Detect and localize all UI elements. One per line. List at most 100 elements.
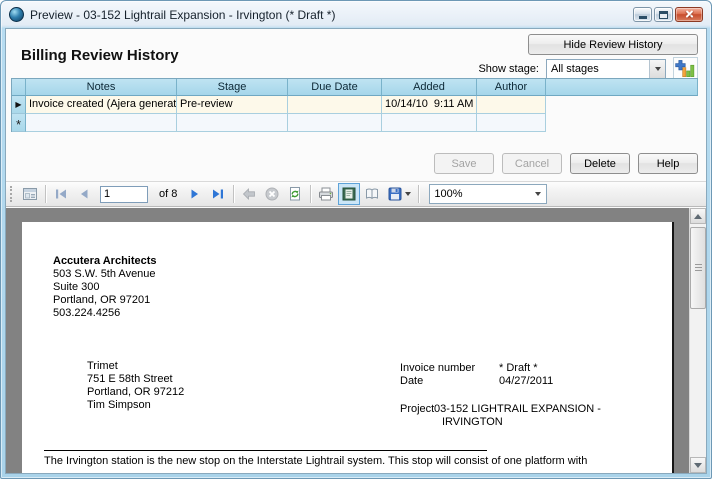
last-page-icon bbox=[210, 186, 226, 202]
toolbar-separator bbox=[310, 185, 311, 203]
maximize-button[interactable] bbox=[654, 7, 673, 22]
invoice-number-value: * Draft * bbox=[499, 362, 538, 375]
column-header-notes[interactable]: Notes bbox=[26, 79, 177, 96]
cell-stage[interactable]: Pre-review bbox=[177, 96, 288, 114]
current-row-arrow-icon: ▶ bbox=[15, 100, 21, 109]
report-toolbar: of 8 bbox=[6, 181, 706, 207]
column-header-added[interactable]: Added bbox=[382, 79, 477, 96]
client-address-line: Portland, OR 97212 bbox=[87, 386, 184, 399]
last-page-button[interactable] bbox=[207, 183, 229, 205]
show-stage-label: Show stage: bbox=[478, 63, 539, 75]
client-name: Trimet bbox=[87, 360, 184, 373]
document-preview-area: Accutera Architects 503 S.W. 5th Avenue … bbox=[6, 208, 706, 473]
page-title: Billing Review History bbox=[21, 47, 179, 64]
zoom-dropdown[interactable]: 100% bbox=[429, 184, 547, 204]
bar-chart-plus-icon bbox=[675, 59, 696, 80]
zoom-chevron-down-icon bbox=[535, 192, 541, 196]
cell-author-new[interactable] bbox=[477, 114, 546, 132]
stop-icon bbox=[264, 186, 280, 202]
print-icon bbox=[318, 186, 334, 202]
company-address-line: Portland, OR 97201 bbox=[53, 294, 157, 307]
first-page-icon bbox=[53, 186, 69, 202]
column-header-author[interactable]: Author bbox=[477, 79, 546, 96]
app-window: Preview - 03-152 Lightrail Expansion - I… bbox=[0, 0, 712, 479]
back-button[interactable] bbox=[238, 183, 260, 205]
print-layout-button[interactable] bbox=[338, 183, 360, 205]
cell-due-date-new[interactable] bbox=[288, 114, 382, 132]
cell-notes[interactable]: Invoice created (Ajera generated entry) bbox=[26, 96, 177, 114]
next-page-button[interactable] bbox=[184, 183, 206, 205]
project-value-line1: 03-152 LIGHTRAIL EXPANSION - bbox=[434, 403, 601, 416]
invoice-date-label: Date bbox=[400, 375, 423, 388]
project-label: Project bbox=[400, 403, 434, 416]
stage-dropdown-value: All stages bbox=[547, 63, 649, 75]
invoice-number-label: Invoice number bbox=[400, 362, 475, 375]
delete-button[interactable]: Delete bbox=[570, 153, 630, 174]
stage-dropdown-arrow-button[interactable] bbox=[649, 60, 665, 78]
print-layout-icon bbox=[341, 186, 357, 202]
close-button[interactable] bbox=[675, 7, 703, 22]
previous-page-button[interactable] bbox=[73, 183, 95, 205]
page-setup-book-icon bbox=[364, 186, 380, 202]
cell-added-new[interactable] bbox=[382, 114, 477, 132]
help-button[interactable]: Help bbox=[638, 153, 698, 174]
toolbar-separator bbox=[418, 185, 419, 203]
billing-review-panel: Hide Review History Billing Review Histo… bbox=[6, 29, 706, 181]
close-icon bbox=[685, 10, 694, 19]
arrow-up-icon bbox=[694, 214, 702, 219]
invoice-body-text: The Irvington station is the new stop on… bbox=[44, 455, 587, 467]
row-selector-header bbox=[12, 79, 26, 96]
document-map-icon bbox=[22, 186, 38, 202]
section-divider-rule bbox=[44, 450, 487, 451]
export-button[interactable] bbox=[384, 183, 414, 205]
row-marker-new: * bbox=[12, 114, 26, 132]
export-dropdown-arrow-icon bbox=[405, 192, 411, 196]
new-row-asterisk-icon: * bbox=[16, 113, 21, 132]
document-map-button[interactable] bbox=[19, 183, 41, 205]
page-setup-button[interactable] bbox=[361, 183, 383, 205]
cell-author[interactable] bbox=[477, 96, 546, 114]
column-header-due-date[interactable]: Due Date bbox=[288, 79, 382, 96]
cell-added[interactable]: 10/14/10 9:11 AM bbox=[382, 96, 477, 114]
report-page: Accutera Architects 503 S.W. 5th Avenue … bbox=[22, 222, 674, 473]
stage-dropdown[interactable]: All stages bbox=[546, 59, 666, 79]
refresh-icon bbox=[287, 186, 303, 202]
page-number-input[interactable] bbox=[100, 186, 148, 203]
scrollbar-thumb[interactable] bbox=[690, 227, 706, 309]
column-header-filler bbox=[546, 79, 698, 96]
refresh-button[interactable] bbox=[284, 183, 306, 205]
minimize-button[interactable] bbox=[633, 7, 652, 22]
cancel-button[interactable]: Cancel bbox=[502, 153, 562, 174]
hide-review-history-button[interactable]: Hide Review History bbox=[528, 34, 698, 55]
vertical-scrollbar[interactable] bbox=[689, 208, 706, 473]
save-button[interactable]: Save bbox=[434, 153, 494, 174]
stop-button[interactable] bbox=[261, 183, 283, 205]
save-export-icon bbox=[387, 186, 403, 202]
next-page-icon bbox=[187, 186, 203, 202]
arrow-down-icon bbox=[694, 463, 702, 468]
cell-due-date[interactable] bbox=[288, 96, 382, 114]
cell-stage-new[interactable] bbox=[177, 114, 288, 132]
client-address-block: Trimet 751 E 58th Street Portland, OR 97… bbox=[87, 360, 184, 412]
row-marker-current: ▶ bbox=[12, 96, 26, 114]
caption-buttons bbox=[633, 7, 703, 22]
toolbar-separator bbox=[233, 185, 234, 203]
window-title: Preview - 03-152 Lightrail Expansion - I… bbox=[30, 8, 625, 22]
first-page-button[interactable] bbox=[50, 183, 72, 205]
column-header-stage[interactable]: Stage bbox=[177, 79, 288, 96]
cell-notes-new[interactable] bbox=[26, 114, 177, 132]
scroll-down-button[interactable] bbox=[690, 457, 706, 473]
titlebar[interactable]: Preview - 03-152 Lightrail Expansion - I… bbox=[1, 1, 711, 28]
company-address-line: Suite 300 bbox=[53, 281, 157, 294]
print-button[interactable] bbox=[315, 183, 337, 205]
client-address-line: 751 E 58th Street bbox=[87, 373, 184, 386]
chevron-down-icon bbox=[655, 67, 661, 71]
scroll-up-button[interactable] bbox=[690, 208, 706, 224]
project-value-line2: IRVINGTON bbox=[442, 416, 503, 429]
company-phone: 503.224.4256 bbox=[53, 307, 157, 320]
window-content: Hide Review History Billing Review Histo… bbox=[5, 28, 707, 474]
toolbar-grip[interactable] bbox=[10, 186, 14, 202]
thumb-grip-icon bbox=[695, 264, 702, 272]
panel-action-buttons: Save Cancel Delete Help bbox=[434, 153, 698, 174]
toolbar-separator bbox=[45, 185, 46, 203]
